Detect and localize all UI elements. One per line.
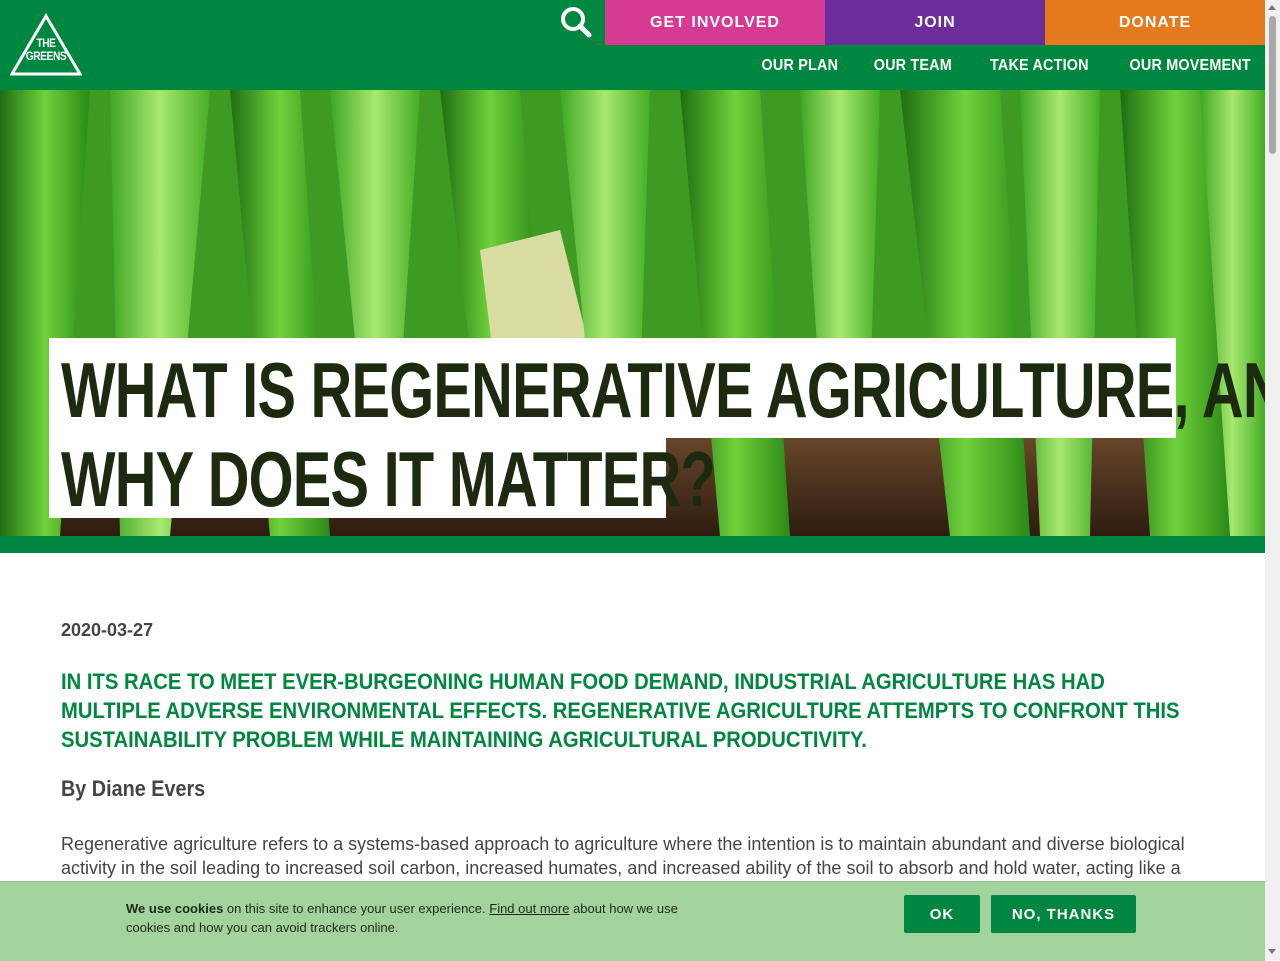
cookie-lead: We use cookies [126,901,224,916]
scroll-thumb[interactable] [1269,16,1276,154]
site-header: THE GREENS GET INVOLVED JOIN DONATE OUR … [0,0,1265,90]
cookie-text-1: on this site to enhance your user experi… [223,901,490,916]
cookie-banner: We use cookies on this site to enhance y… [0,881,1265,961]
main-nav: OUR PLAN OUR TEAM TAKE ACTION OUR MOVEME… [753,57,1251,75]
title-line-1: WHAT IS REGENERATIVE AGRICULTURE, AND [49,338,1265,438]
hero-divider [0,536,1265,553]
nav-take-action[interactable]: TAKE ACTION [990,57,1089,75]
title-line-2: WHY DOES IT MATTER? [49,434,716,520]
nav-our-team[interactable]: OUR TEAM [874,57,952,75]
scroll-up-arrow-icon[interactable] [1268,5,1276,10]
cookie-find-out-more-link[interactable]: Find out more [489,901,569,916]
search-button[interactable] [556,2,596,42]
cookie-no-thanks-button[interactable]: NO, THANKS [991,895,1136,933]
logo-text: THE GREENS [15,37,76,63]
page-scrollbar[interactable] [1265,0,1280,960]
greens-logo[interactable]: THE GREENS [10,13,82,77]
article-date: 2020-03-27 [61,620,154,640]
donate-button[interactable]: DONATE [1045,0,1265,45]
get-involved-button[interactable]: GET INVOLVED [605,0,825,45]
search-icon [561,7,592,38]
nav-our-plan[interactable]: OUR PLAN [762,57,839,75]
article-author: By Diane Evers [61,776,206,801]
article-body: Regenerative agriculture refers to a sys… [61,834,1185,878]
cookie-message: We use cookies on this site to enhance y… [126,899,706,937]
hero-banner: WHAT IS REGENERATIVE AGRICULTURE, AND WH… [0,90,1265,536]
article-lead: In its race to meet ever-burgeoning huma… [61,669,1180,752]
article-content: 2020-03-27 In its race to meet ever-burg… [61,620,1201,880]
join-button[interactable]: JOIN [825,0,1045,45]
article-title: WHAT IS REGENERATIVE AGRICULTURE, AND WH… [49,338,1265,520]
title-line-2-text: WHY DOES IT MATTER? [61,435,716,523]
title-line-1-text: WHAT IS REGENERATIVE AGRICULTURE, AND [61,346,1265,434]
cookie-ok-button[interactable]: OK [904,895,980,933]
scroll-down-arrow-icon[interactable] [1268,949,1276,954]
nav-our-movement[interactable]: OUR MOVEMENT [1130,57,1251,75]
logo-line-2: GREENS [25,49,67,63]
